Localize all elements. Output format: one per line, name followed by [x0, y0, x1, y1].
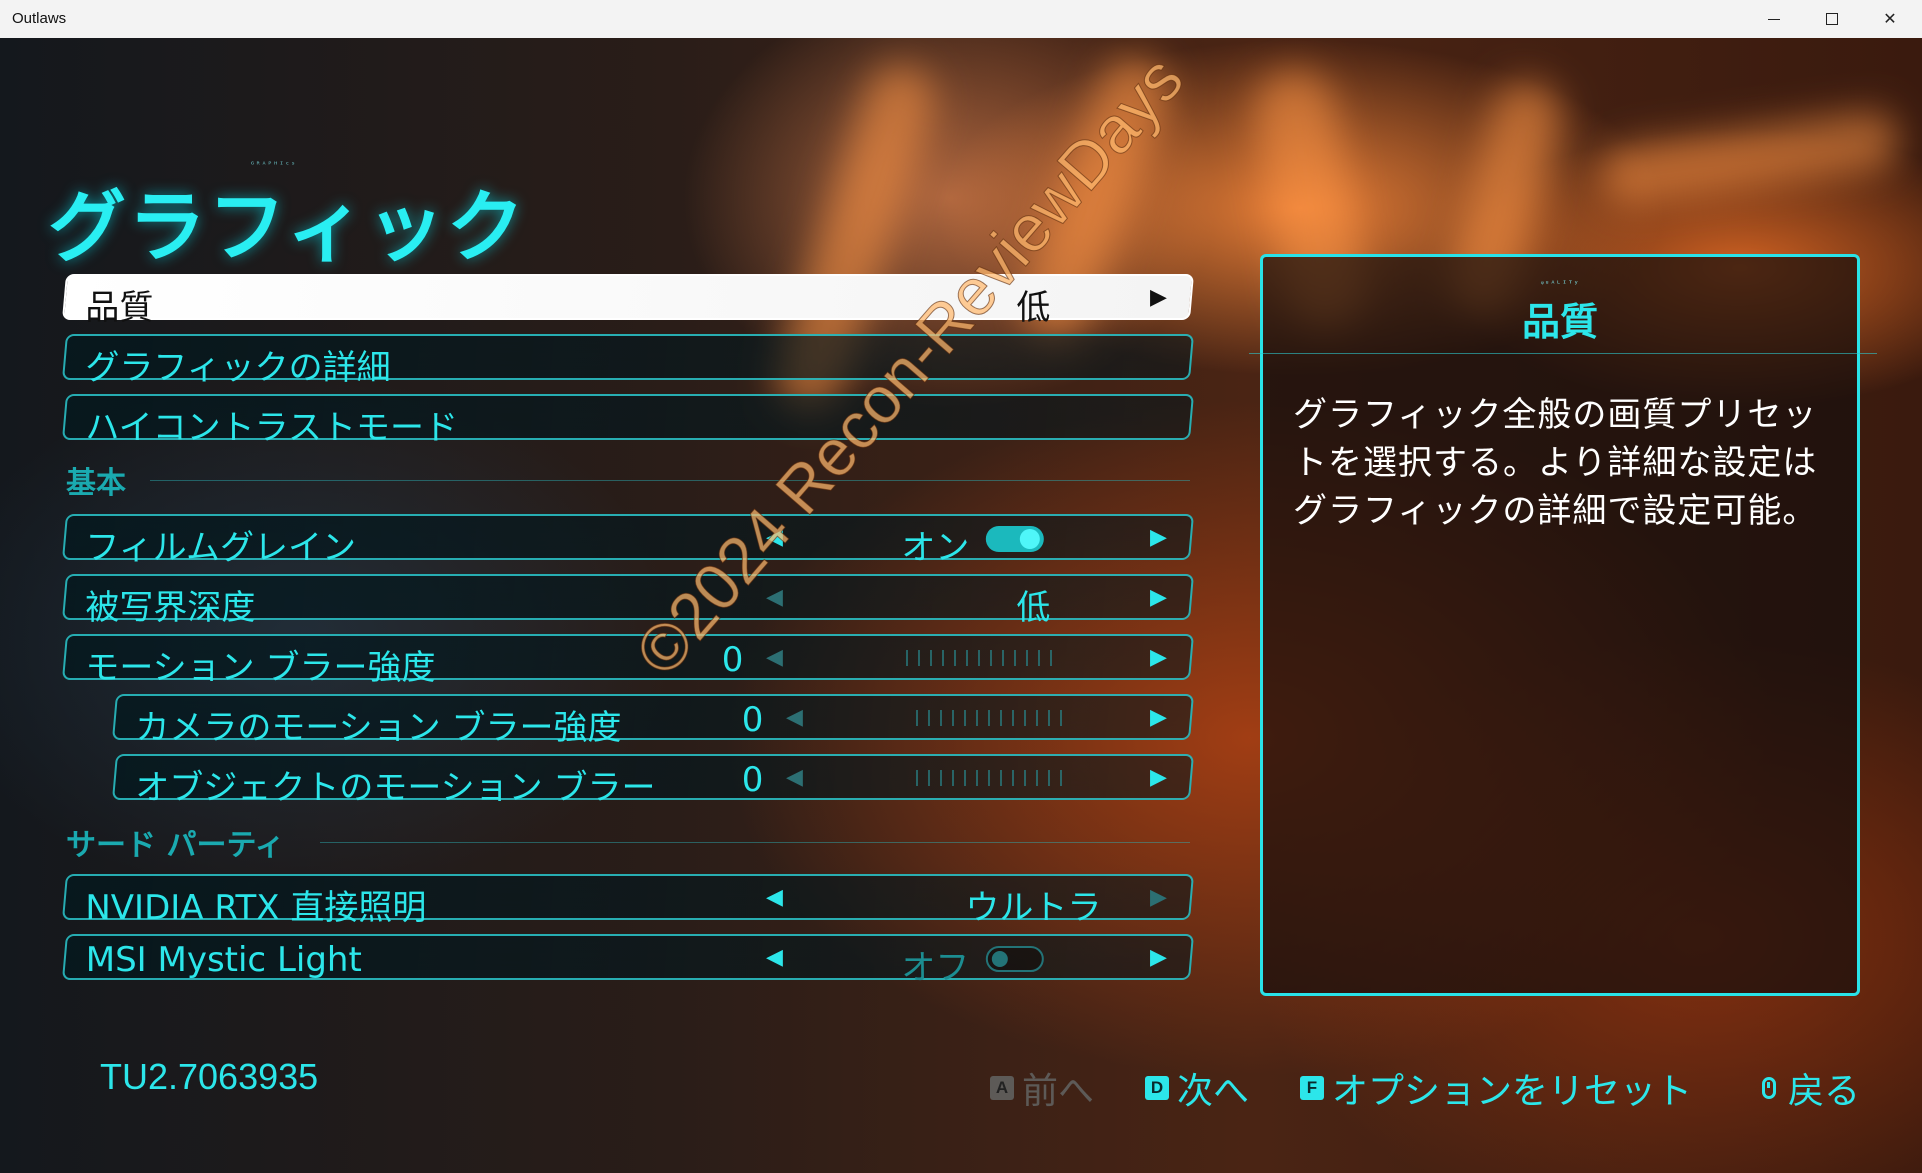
- arrow-left-icon[interactable]: ◀: [786, 765, 803, 790]
- setting-label: グラフィックの詳細: [85, 348, 391, 388]
- slider-value: 0: [741, 700, 764, 740]
- arrow-left-icon[interactable]: ◀: [786, 705, 803, 730]
- setting-value: オフ: [901, 948, 970, 988]
- hint-previous[interactable]: A 前へ: [990, 1062, 1094, 1114]
- setting-value: オン: [901, 528, 970, 568]
- hint-label: オプションをリセット: [1332, 1071, 1693, 1112]
- toggle-off-icon[interactable]: [985, 946, 1044, 972]
- setting-row-film-grain[interactable]: フィルムグレイン ◀ オン ▶: [61, 514, 1195, 568]
- hint-back[interactable]: 戻る: [1762, 1062, 1860, 1114]
- slider-value: 0: [721, 640, 744, 680]
- slider-track[interactable]: [915, 710, 1066, 726]
- setting-row-camera-motion-blur[interactable]: カメラのモーション ブラー強度 0 ◀ ▶: [111, 694, 1195, 748]
- panel-glyph: ᵠᵘᴬᴸᴵᵀʸ: [1541, 279, 1580, 288]
- arrow-right-icon[interactable]: ▶: [1150, 285, 1167, 310]
- section-heading-basic: 基本: [66, 466, 126, 501]
- setting-row-graphics-detail[interactable]: グラフィックの詳細: [61, 334, 1195, 388]
- key-f-icon: F: [1300, 1076, 1324, 1100]
- panel-title: 品質: [1521, 300, 1598, 344]
- section-divider: [150, 480, 1190, 481]
- slider-track[interactable]: [905, 650, 1056, 666]
- arrow-left-icon[interactable]: ◀: [766, 945, 783, 970]
- setting-label: ハイコントラストモード: [85, 408, 458, 448]
- panel-description: グラフィック全般の画質プリセットを選択する。より詳細な設定はグラフィックの詳細で…: [1293, 395, 1818, 531]
- arrow-right-icon[interactable]: ▶: [1150, 945, 1167, 970]
- setting-row-rtx-lighting[interactable]: NVIDIA RTX 直接照明 ◀ ウルトラ ▶: [61, 874, 1195, 928]
- arrow-right-icon[interactable]: ▶: [1150, 705, 1167, 730]
- setting-label: カメラのモーション ブラー強度: [135, 708, 622, 748]
- setting-row-object-motion-blur[interactable]: オブジェクトのモーション ブラー強度 0 ◀ ▶: [111, 754, 1195, 808]
- arrow-left-icon[interactable]: ◀: [766, 885, 783, 910]
- setting-label: 品質: [85, 288, 154, 328]
- section-divider: [320, 842, 1190, 843]
- toggle-on-icon[interactable]: [985, 526, 1044, 552]
- setting-row-high-contrast[interactable]: ハイコントラストモード: [61, 394, 1195, 448]
- page-title: グラフィック: [48, 183, 527, 273]
- slider-track[interactable]: [915, 770, 1066, 786]
- setting-label: オブジェクトのモーション ブラー強度: [135, 768, 656, 808]
- arrow-right-icon[interactable]: ▶: [1150, 525, 1167, 550]
- close-icon[interactable]: ✕: [1861, 0, 1919, 38]
- slider-value: 0: [741, 760, 764, 800]
- setting-value: 低: [1016, 588, 1051, 628]
- setting-label: モーション ブラー強度: [85, 648, 436, 688]
- key-d-icon: D: [1145, 1076, 1169, 1100]
- arrow-right-icon[interactable]: ▶: [1150, 645, 1167, 670]
- setting-label: MSI Mystic Light: [85, 940, 362, 980]
- hint-label: 前へ: [1022, 1071, 1095, 1112]
- setting-label: フィルムグレイン: [85, 528, 356, 568]
- mouse-icon: [1762, 1077, 1776, 1099]
- section-heading-third-party: サード パーティ: [66, 828, 285, 863]
- setting-value: ウルトラ: [965, 888, 1102, 928]
- setting-row-depth-of-field[interactable]: 被写界深度 ◀ 低 ▶: [61, 574, 1195, 628]
- hint-reset-options[interactable]: F オプションをリセット: [1300, 1062, 1692, 1114]
- info-panel: ᵠᵘᴬᴸᴵᵀʸ 品質 グラフィック全般の画質プリセットを選択する。より詳細な設定…: [1249, 254, 1877, 996]
- version-label: TU2.7063935: [100, 1056, 319, 1097]
- maximize-icon[interactable]: [1803, 0, 1861, 38]
- arrow-left-icon[interactable]: ◀: [766, 645, 783, 670]
- window-title: Outlaws: [12, 10, 67, 27]
- neon-sign-glow: [1597, 107, 1903, 209]
- hint-label: 次へ: [1177, 1071, 1250, 1112]
- setting-label: NVIDIA RTX 直接照明: [85, 888, 427, 928]
- hint-label: 戻る: [1788, 1071, 1861, 1112]
- arrow-left-icon[interactable]: ◀: [766, 585, 783, 610]
- minimize-icon[interactable]: [1745, 0, 1803, 38]
- arrow-right-icon[interactable]: ▶: [1150, 585, 1167, 610]
- key-a-icon: A: [990, 1076, 1014, 1100]
- panel-divider: [1249, 353, 1877, 354]
- arrow-right-icon[interactable]: ▶: [1150, 765, 1167, 790]
- setting-row-msi-mystic-light[interactable]: MSI Mystic Light ◀ オフ ▶: [61, 934, 1195, 988]
- arrow-right-icon[interactable]: ▶: [1150, 885, 1167, 910]
- window-titlebar: Outlaws ✕: [0, 0, 1922, 39]
- setting-label: 被写界深度: [85, 588, 256, 628]
- hint-next[interactable]: D 次へ: [1145, 1062, 1249, 1114]
